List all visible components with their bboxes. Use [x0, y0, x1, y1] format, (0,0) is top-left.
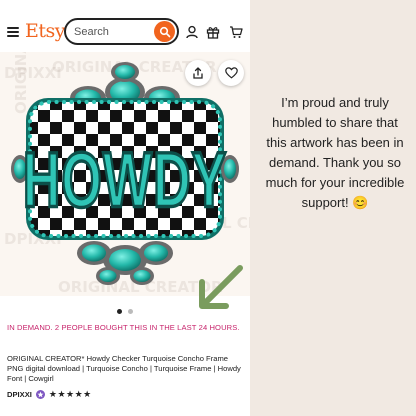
share-icon: [193, 67, 203, 79]
etsy-phone-screen: Etsy ORIGINAL CREATOR DPIXXI ORIGINAL CR…: [0, 0, 250, 416]
account-button[interactable]: [184, 24, 200, 40]
howdy-concho-artwork: HOWDY: [11, 62, 239, 285]
gift-button[interactable]: [205, 24, 221, 40]
etsy-logo[interactable]: Etsy: [25, 20, 66, 42]
cart-icon: [230, 26, 243, 38]
share-button[interactable]: [185, 60, 211, 86]
demand-notice: IN DEMAND. 2 PEOPLE BOUGHT THIS IN THE L…: [7, 323, 240, 332]
search-icon: [159, 26, 170, 37]
heart-icon: [224, 67, 238, 79]
favorite-button[interactable]: [218, 60, 244, 86]
shop-info-row: DPIXXI ★★★★★: [7, 389, 92, 400]
thank-you-message: I’m proud and truly humbled to share tha…: [265, 95, 405, 210]
howdy-artwork-text: HOWDY: [23, 137, 228, 224]
menu-icon[interactable]: [7, 27, 19, 37]
star-seller-icon: [35, 390, 45, 399]
rating-stars: ★★★★★: [48, 389, 92, 399]
arrow-icon: [199, 265, 243, 309]
search-bar: [64, 18, 179, 45]
shop-name[interactable]: DPIXXI: [7, 390, 32, 399]
user-icon: [186, 25, 198, 39]
gift-icon: [206, 27, 220, 39]
search-input[interactable]: [74, 24, 154, 40]
top-navigation-bar: Etsy: [0, 14, 250, 50]
listing-title[interactable]: ORIGINAL CREATOR* Howdy Checker Turquois…: [7, 354, 245, 384]
cart-button[interactable]: [228, 24, 244, 40]
search-button[interactable]: [154, 21, 175, 42]
carousel-dot[interactable]: [117, 309, 122, 314]
bottom-concho-cluster: [77, 241, 173, 285]
listing-image[interactable]: ORIGINAL CREATOR DPIXXI ORIGINAL CREATOR…: [0, 52, 250, 296]
carousel-dot[interactable]: [128, 309, 133, 314]
